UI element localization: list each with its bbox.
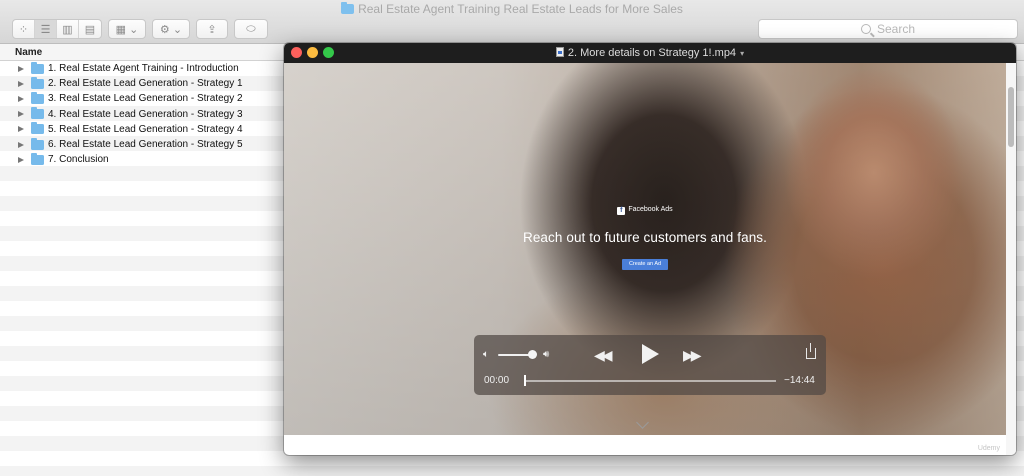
- group-icon: ▦ ⌄: [115, 23, 139, 36]
- share-button[interactable]: ⇪: [196, 19, 228, 39]
- folder-icon: [341, 2, 355, 14]
- disclosure-triangle-icon[interactable]: [18, 141, 24, 148]
- vertical-scrollbar[interactable]: [1006, 63, 1016, 455]
- disclosure-triangle-icon[interactable]: [18, 126, 24, 133]
- rewind-icon[interactable]: ◀◀: [594, 347, 612, 364]
- create-ad-button: Create an Ad: [622, 259, 668, 270]
- fast-forward-icon[interactable]: ▶▶: [683, 347, 701, 364]
- cover-flow-button[interactable]: ▤: [79, 20, 101, 38]
- folder-icon: [31, 107, 44, 120]
- timeline-scrubber[interactable]: [524, 380, 776, 382]
- disclosure-triangle-icon[interactable]: [18, 80, 24, 87]
- search-placeholder: Search: [876, 22, 916, 36]
- share-icon[interactable]: [806, 343, 816, 359]
- action-button[interactable]: ⚙ ⌄: [152, 19, 190, 39]
- list-view-button[interactable]: ☰: [35, 20, 57, 38]
- volume-low-icon[interactable]: 🔈︎: [483, 349, 489, 360]
- search-icon: [860, 24, 871, 34]
- facebook-ads-brand: f Facebook Ads: [284, 206, 1006, 215]
- volume-slider-knob[interactable]: [527, 350, 537, 359]
- player-titlebar[interactable]: 2. More details on Strategy 1!.mp4 ▾: [284, 43, 1016, 63]
- list-item-label: 5. Real Estate Lead Generation - Strateg…: [48, 123, 243, 135]
- video-tagline: Reach out to future customers and fans.: [522, 230, 768, 245]
- share-icon: ⇪: [207, 23, 217, 36]
- view-mode-segmented-control: ⁘ ☰ ▥ ▤: [12, 19, 102, 39]
- group-by-button[interactable]: ▦ ⌄: [108, 19, 146, 39]
- folder-icon: [31, 76, 44, 89]
- list-view-icon: ☰: [40, 23, 51, 36]
- disclosure-triangle-icon[interactable]: [18, 65, 24, 72]
- list-item-label: 2. Real Estate Lead Generation - Strateg…: [48, 78, 243, 90]
- playhead[interactable]: [524, 375, 526, 386]
- list-item-label: 4. Real Estate Lead Generation - Strateg…: [48, 108, 243, 120]
- quicktime-player-window: 2. More details on Strategy 1!.mp4 ▾ f Fac…: [284, 43, 1016, 455]
- column-view-icon: ▥: [62, 23, 73, 36]
- disclosure-triangle-icon[interactable]: [18, 156, 24, 163]
- folder-icon: [31, 61, 44, 74]
- tags-button[interactable]: ⬭: [234, 19, 268, 39]
- folder-icon: [31, 137, 44, 150]
- column-view-button[interactable]: ▥: [57, 20, 79, 38]
- volume-high-icon[interactable]: 🔊︎: [543, 349, 549, 360]
- folder-icon: [31, 122, 44, 135]
- list-item-label: 1. Real Estate Agent Training - Introduc…: [48, 63, 239, 75]
- finder-window-title: Real Estate Agent Training Real Estate L…: [0, 2, 1024, 16]
- disclosure-triangle-icon[interactable]: [18, 95, 24, 102]
- play-icon[interactable]: [642, 344, 659, 364]
- search-field[interactable]: Search: [758, 19, 1018, 39]
- video-file-icon: [555, 47, 564, 57]
- folder-icon: [31, 152, 44, 165]
- close-button[interactable]: [291, 47, 302, 58]
- remaining-time: −14:44: [784, 375, 815, 386]
- tag-icon: ⬭: [246, 22, 256, 35]
- chevron-down-icon[interactable]: ▾: [740, 44, 744, 64]
- udemy-watermark: Udemy: [977, 445, 1000, 452]
- list-item-label: 3. Real Estate Lead Generation - Strateg…: [48, 93, 243, 105]
- cover-flow-icon: ▤: [84, 23, 96, 36]
- disclosure-triangle-icon[interactable]: [18, 111, 24, 118]
- finder-title-text: Real Estate Agent Training Real Estate L…: [358, 2, 683, 16]
- minimize-button[interactable]: [307, 47, 318, 58]
- facebook-ads-label: Facebook Ads: [628, 206, 673, 213]
- list-item-label: 6. Real Estate Lead Generation - Strateg…: [48, 139, 243, 151]
- facebook-icon: f: [617, 207, 626, 215]
- icon-view-icon: ⁘: [18, 23, 29, 36]
- icon-view-button[interactable]: ⁘: [13, 20, 35, 38]
- finder-toolbar: ⁘ ☰ ▥ ▤ ▦ ⌄ ⚙ ⌄ ⇪ ⬭: [12, 19, 268, 39]
- list-item-label: 7. Conclusion: [48, 154, 109, 166]
- playback-controls: 🔈︎ 🔊︎ ◀◀ ▶▶ 00:00 −14:44: [474, 335, 826, 395]
- folder-icon: [31, 91, 44, 104]
- finder-titlebar: Real Estate Agent Training Real Estate L…: [0, 0, 1024, 44]
- video-frame[interactable]: f Facebook Ads Reach out to future custom…: [284, 63, 1006, 435]
- zoom-button[interactable]: [323, 47, 334, 58]
- player-title: 2. More details on Strategy 1!.mp4: [567, 47, 737, 59]
- current-time: 00:00: [484, 375, 510, 386]
- scrollbar-thumb[interactable]: [1008, 87, 1014, 147]
- gear-icon: ⚙ ⌄: [159, 23, 183, 36]
- window-controls: [291, 47, 334, 58]
